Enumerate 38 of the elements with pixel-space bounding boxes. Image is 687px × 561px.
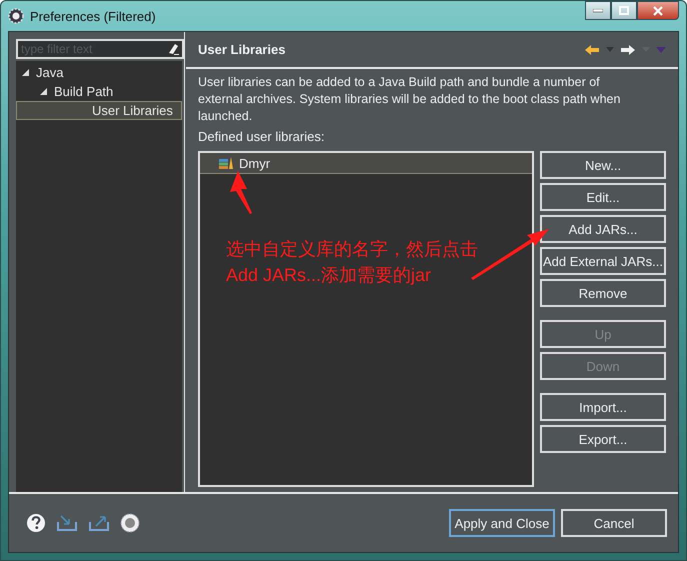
annotation-text: 选中自定义库的名字，然后点击 [226, 238, 478, 260]
import-icon[interactable] [56, 514, 78, 532]
export-icon[interactable] [88, 514, 110, 532]
close-button[interactable] [637, 1, 679, 20]
action-button[interactable]: Add External JARs... [540, 247, 666, 275]
list-label: Defined user libraries: [198, 128, 326, 145]
annotation-arrow [230, 171, 252, 214]
description-text: User libraries can be added to a Java Build path and bundle a number of external archives. System libraries will be added to the boot class path when launched. [198, 74, 622, 125]
help-icon[interactable] [26, 513, 46, 533]
expanded-arrow-icon[interactable] [39, 87, 48, 96]
action-button[interactable]: New... [540, 151, 666, 179]
tree-item[interactable]: Build Path [16, 82, 182, 101]
maximize-button[interactable] [611, 1, 637, 20]
tree-item[interactable]: User Libraries [16, 101, 182, 120]
back-arrow-icon[interactable] [584, 44, 600, 56]
action-button[interactable]: Export... [540, 425, 666, 453]
gear-icon [8, 8, 24, 24]
annotation-text: Add JARs...添加需要的jar [226, 264, 432, 286]
action-button[interactable]: Remove [540, 279, 666, 307]
dialog-button[interactable]: Apply and Close [449, 509, 555, 537]
expanded-arrow-icon[interactable] [21, 68, 30, 77]
minimize-button[interactable] [585, 1, 611, 20]
eraser-icon[interactable] [166, 42, 180, 56]
forward-arrow-icon[interactable] [620, 44, 636, 56]
page-title: User Libraries [198, 42, 286, 57]
record-icon[interactable] [120, 513, 140, 533]
books-icon [218, 156, 234, 170]
close-icon [653, 6, 663, 16]
window-title: Preferences (Filtered) [30, 8, 156, 24]
library-item[interactable]: Dmyr [200, 153, 532, 174]
dialog-button[interactable]: Cancel [561, 509, 667, 537]
action-button[interactable]: Add JARs... [540, 215, 666, 243]
minimize-icon [593, 8, 603, 12]
maximize-icon [619, 6, 629, 15]
tree-item[interactable]: Java [16, 63, 182, 82]
library-name: Dmyr [239, 156, 270, 170]
action-button[interactable]: Import... [540, 393, 666, 421]
action-button[interactable]: Edit... [540, 183, 666, 211]
